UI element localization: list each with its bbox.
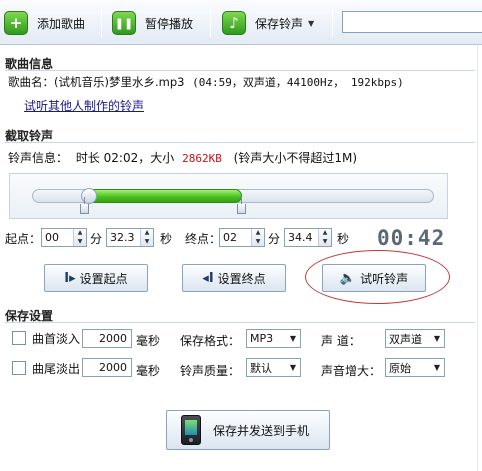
range-slider-panel: [9, 173, 448, 219]
fade-in-input[interactable]: 2000: [82, 329, 132, 348]
pause-icon: ❚❚: [112, 11, 136, 35]
toolbar-divider: [101, 9, 102, 37]
speaker-icon: 🔈: [339, 270, 357, 286]
toolbar-divider: [332, 9, 333, 37]
song-name-row: 歌曲名：(试机音乐)梦里水乡.mp3 (04:59，双声道，44100Hz， 1…: [8, 74, 404, 90]
dropdown-caret-icon[interactable]: ▼: [308, 19, 314, 28]
fade-out-label: 曲尾淡出: [32, 362, 81, 376]
save-ringtone-button[interactable]: ♪ 保存铃声 ▼: [222, 10, 314, 36]
section-divider: [5, 322, 475, 323]
save-and-send-button[interactable]: 保存并发送到手机: [166, 410, 330, 450]
start-marker-handle[interactable]: [80, 197, 90, 214]
chevron-down-icon: ▼: [433, 363, 441, 372]
time-range-row: 起点： 00 ▲ ▼ 分 32.3 ▲ ▼ 秒 终点： 02 ▲ ▼ 分 34.4 ▲…: [5, 226, 475, 250]
cursor-start-icon: I▸: [64, 270, 76, 286]
start-seconds-stepper[interactable]: 32.3 ▲ ▼: [106, 228, 154, 247]
ringtone-info-label: 铃声信息：: [8, 151, 69, 165]
end-seconds-value[interactable]: 34.4: [285, 231, 318, 244]
save-ringtone-label: 保存铃声: [255, 16, 304, 31]
selected-range-fill[interactable]: [85, 189, 243, 203]
format-label: 保存格式：: [180, 334, 241, 348]
section-divider: [5, 142, 475, 143]
quality-value: 默认: [250, 361, 272, 375]
set-start-button[interactable]: I▸ 设置起点: [44, 264, 148, 292]
cursor-end-icon: ◂I: [202, 270, 214, 286]
end-point-label: 终点：: [185, 232, 222, 246]
stepper-down-icon[interactable]: ▼: [141, 238, 153, 247]
set-end-label: 设置终点: [217, 271, 266, 286]
add-song-label: 添加歌曲: [37, 16, 86, 31]
preview-ringtone-label: 试听铃声: [360, 271, 409, 286]
channel-value: 双声道: [389, 332, 422, 346]
format-value: MP3: [250, 332, 274, 345]
stepper-up-icon[interactable]: ▲: [74, 229, 86, 238]
chevron-down-icon: ▼: [433, 334, 441, 343]
music-note-icon: ♪: [222, 11, 246, 35]
volume-boost-label: 声音增大：: [321, 364, 382, 378]
stepper-down-icon[interactable]: ▼: [252, 238, 264, 247]
mobile-phone-icon: [181, 415, 201, 445]
ms-unit: 毫秒: [136, 334, 161, 348]
fade-out-checkbox[interactable]: [12, 361, 26, 375]
volume-boost-select[interactable]: 原始 ▼: [385, 358, 445, 377]
stepper-up-icon[interactable]: ▲: [141, 229, 153, 238]
ringtone-info-row: 铃声信息： 时长 02:02，大小 2862KB (铃声大小不得超过1M): [8, 149, 357, 166]
pause-label: 暂停播放: [145, 16, 194, 31]
search-input[interactable]: [343, 12, 482, 32]
minutes-unit: 分: [268, 232, 281, 246]
add-song-button[interactable]: + 添加歌曲: [4, 10, 85, 36]
format-select[interactable]: MP3 ▼: [246, 329, 301, 348]
window-edge: [477, 45, 478, 471]
stepper-down-icon[interactable]: ▼: [74, 238, 86, 247]
start-point-label: 起点：: [5, 232, 42, 246]
quality-select[interactable]: 默认 ▼: [246, 358, 301, 377]
fade-in-label: 曲首淡入: [32, 332, 81, 346]
clip-length-display: 00:42: [377, 226, 446, 250]
start-minutes-value[interactable]: 00: [42, 231, 73, 244]
minutes-unit: 分: [90, 232, 103, 246]
song-name-value: (试机音乐)梦里水乡.mp3: [54, 75, 185, 89]
start-seconds-value[interactable]: 32.3: [107, 231, 140, 244]
search-box[interactable]: [342, 11, 482, 33]
end-minutes-stepper[interactable]: 02 ▲ ▼: [219, 228, 265, 247]
plus-icon: +: [4, 11, 28, 35]
chevron-down-icon: ▼: [289, 363, 297, 372]
start-minutes-stepper[interactable]: 00 ▲ ▼: [41, 228, 87, 247]
set-end-button[interactable]: ◂I 设置终点: [182, 264, 286, 292]
ms-unit: 毫秒: [136, 364, 161, 378]
save-and-send-label: 保存并发送到手机: [213, 423, 310, 438]
ringtone-size: 2862KB: [182, 152, 222, 165]
song-name-label: 歌曲名：: [8, 75, 54, 89]
preview-ringtone-button[interactable]: 🔈 试听铃声: [322, 264, 426, 292]
set-start-label: 设置起点: [79, 271, 128, 286]
seconds-unit: 秒: [337, 232, 350, 246]
other-ringtones-link[interactable]: 试听其他人制作的铃声: [24, 97, 144, 114]
pause-button[interactable]: ❚❚ 暂停播放: [112, 10, 193, 36]
channel-label: 声 道：: [321, 334, 361, 348]
seconds-unit: 秒: [160, 232, 173, 246]
toolbar-divider: [210, 9, 211, 37]
end-minutes-value[interactable]: 02: [220, 231, 251, 244]
ringtone-size-note: (铃声大小不得超过1M): [233, 151, 358, 165]
end-marker-handle[interactable]: [237, 197, 247, 214]
volume-boost-value: 原始: [389, 361, 411, 375]
section-divider: [5, 70, 475, 71]
channel-select[interactable]: 双声道 ▼: [385, 329, 445, 348]
end-seconds-stepper[interactable]: 34.4 ▲ ▼: [284, 228, 332, 247]
stepper-down-icon[interactable]: ▼: [319, 238, 331, 247]
stepper-up-icon[interactable]: ▲: [319, 229, 331, 238]
range-slider-track[interactable]: [32, 188, 434, 204]
chevron-down-icon: ▼: [289, 334, 297, 343]
fade-out-input[interactable]: 2000: [82, 358, 132, 377]
song-details: (04:59，双声道，44100Hz， 192kbps): [192, 76, 404, 89]
quality-label: 铃声质量：: [180, 364, 241, 378]
fade-in-checkbox[interactable]: [12, 331, 26, 345]
toolbar: + 添加歌曲 ❚❚ 暂停播放 ♪ 保存铃声 ▼: [0, 0, 482, 45]
ringtone-duration: 时长 02:02，大小: [75, 151, 175, 165]
stepper-up-icon[interactable]: ▲: [252, 229, 264, 238]
